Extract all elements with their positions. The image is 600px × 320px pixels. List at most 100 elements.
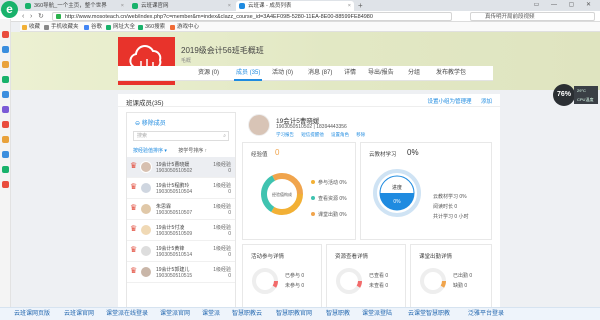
- remove-link[interactable]: 移除: [356, 132, 365, 137]
- bottom-link[interactable]: 智慧职教: [326, 308, 350, 320]
- legend-dot: [311, 196, 315, 200]
- url-text: http://www.mosoteach.cn/web/index.php?c=…: [65, 14, 373, 20]
- tab-teaching-package[interactable]: 发布教学包: [436, 66, 466, 81]
- bottom-link[interactable]: 泛雅平台登录: [468, 308, 504, 320]
- music-icon[interactable]: [2, 166, 9, 173]
- avatar: [140, 203, 152, 215]
- bookmark-item[interactable]: 谷歌: [84, 22, 102, 32]
- crown-icon: ♛: [130, 203, 138, 212]
- shop-icon[interactable]: [2, 136, 9, 143]
- student-name: 朱思霖: [156, 204, 172, 210]
- course-title: 2019级会计56班毛概班: [181, 46, 264, 55]
- app-icon[interactable]: [2, 76, 9, 83]
- sort-by-exp-button[interactable]: 按经验值排序 ▾: [133, 148, 167, 154]
- mail-icon[interactable]: [2, 46, 9, 53]
- close-icon[interactable]: ×: [228, 1, 231, 11]
- bottom-link[interactable]: 云班课官网: [64, 308, 94, 320]
- bookmark-item[interactable]: 收藏: [22, 22, 40, 32]
- bottom-link[interactable]: 智慧职教云: [232, 308, 262, 320]
- speed-gauge: 76%: [553, 84, 575, 106]
- detail-id-phone: 1903050510502 | 18394443356: [276, 124, 347, 130]
- activity-detail-card: 活动参与详情 已参与 0 未参与 0: [242, 244, 322, 311]
- student-score: 0: [228, 231, 231, 237]
- system-monitor-widget[interactable]: 76% 29°C CPU温度: [553, 84, 598, 106]
- student-level: 1级经验: [213, 246, 231, 252]
- bottom-link[interactable]: 云课堂智慧职教: [408, 308, 450, 320]
- add-member-button[interactable]: 添加: [481, 99, 492, 105]
- chat-icon[interactable]: [2, 91, 9, 98]
- search-input[interactable]: 搜索 ⌕: [133, 131, 229, 141]
- stat-line: 已查看 0: [369, 273, 389, 279]
- bottom-link[interactable]: 智慧职教官网: [276, 308, 312, 320]
- note-icon[interactable]: [2, 61, 9, 68]
- student-id: 1903050510502: [156, 168, 193, 174]
- browser-search-input[interactable]: 真传明开局前段视频: [470, 12, 595, 21]
- search-placeholder: 搜索: [137, 133, 148, 139]
- student-name: 19会计5郭建儿: [156, 267, 190, 273]
- browser-tab-members[interactable]: 云班课 - 成员列表 ×: [236, 1, 354, 11]
- list-item[interactable]: ♛ 19会计5黄锋 1903050510514 1级经验 0: [127, 241, 235, 262]
- tab-resources[interactable]: 资源 (0): [198, 66, 219, 81]
- bottom-link[interactable]: 云班课网页版: [14, 308, 50, 320]
- textbook-value: 0%: [407, 148, 419, 157]
- browser-logo-icon[interactable]: e: [1, 1, 18, 18]
- temperature-panel: 29°C CPU温度: [574, 86, 598, 104]
- crown-icon: ♛: [130, 161, 138, 170]
- student-level: 1级经验: [213, 183, 231, 189]
- sort-by-id-button[interactable]: 按学号排序 ↑: [178, 148, 207, 154]
- card-title: 活动参与详情: [251, 254, 285, 260]
- secure-icon: [56, 14, 61, 19]
- bottom-link-bar: 云班课网页版 云班课官网 课堂派在线登录 课堂派官网 课堂派 智慧职教云 智慧职…: [0, 307, 600, 320]
- bookmark-item[interactable]: 网址大全: [106, 22, 135, 32]
- remove-member-button[interactable]: 移除成员: [135, 118, 166, 127]
- game-icon[interactable]: [2, 181, 9, 188]
- bottom-link[interactable]: 课堂派官网: [160, 308, 190, 320]
- weibo-icon[interactable]: [2, 31, 9, 38]
- bookmark-item[interactable]: 游戏中心: [170, 22, 199, 32]
- cloud-icon[interactable]: [2, 151, 9, 158]
- student-level: 1级经验: [213, 267, 231, 273]
- bottom-link[interactable]: 课堂派在线登录: [106, 308, 148, 320]
- star-icon: [22, 24, 27, 30]
- new-tab-button[interactable]: +: [358, 1, 363, 11]
- tab-members[interactable]: 成员 (35): [233, 66, 263, 81]
- back-icon[interactable]: ‹: [22, 12, 24, 21]
- close-icon[interactable]: ×: [121, 1, 124, 11]
- stat-line: 已参与 0: [285, 273, 305, 279]
- tab-groups[interactable]: 分组: [408, 66, 420, 81]
- tab-details[interactable]: 详情: [344, 66, 356, 81]
- cloud-textbook-card: 云教材学习 0% 进度 0% 云教材学习 0% 阅读时长 0 共计学习 0 小时: [360, 142, 492, 240]
- bottom-link[interactable]: 课堂派登陆: [362, 308, 392, 320]
- close-icon[interactable]: ×: [348, 1, 351, 11]
- bookmark-item[interactable]: 手机收藏夹: [44, 22, 79, 32]
- refresh-icon[interactable]: ↻: [38, 12, 44, 21]
- avatar: [140, 245, 152, 257]
- list-item[interactable]: ♛ 朱思霖 1903050510507 1级经验 0: [127, 199, 235, 220]
- student-id: 1903050510507: [156, 210, 193, 216]
- bookmark-item[interactable]: 360搜索: [138, 22, 165, 32]
- list-item[interactable]: ♛ 19会计5程鹏玲 1903050510504 1级经验 0: [127, 178, 235, 199]
- bottom-link[interactable]: 课堂派: [202, 308, 220, 320]
- textbook-card-title: 云教材学习: [369, 152, 397, 158]
- list-item[interactable]: ♛ 19会计5曹晓媛 1903050510502 1级经验 0: [127, 157, 235, 178]
- avatar: [140, 224, 152, 236]
- list-item[interactable]: ♛ 19会计5付凌 1903050510509 1级经验 0: [127, 220, 235, 241]
- browser-tab-mosoteach[interactable]: 云班课官网 ×: [129, 1, 234, 11]
- list-item[interactable]: ♛ 19会计5郭建儿 1903050510515 1级经验 0: [127, 262, 235, 283]
- tab-activities[interactable]: 活动 (0): [272, 66, 293, 81]
- set-group-admin-button[interactable]: 设置小组为管理理: [427, 99, 471, 105]
- browser-tab-360[interactable]: 360导航_一个主页，整个世界 ×: [22, 1, 127, 11]
- sms-remind-link[interactable]: 短信提醒他: [301, 132, 324, 137]
- stat-line: 未查看 0: [369, 283, 389, 289]
- news-icon[interactable]: [2, 121, 9, 128]
- video-icon[interactable]: [2, 106, 9, 113]
- set-role-link[interactable]: 设置角色: [331, 132, 349, 137]
- tab-messages[interactable]: 消息 (87): [308, 66, 332, 81]
- legend-item: 参与活动 0%: [311, 179, 347, 186]
- url-input[interactable]: http://www.mosoteach.cn/web/index.php?c=…: [52, 12, 452, 21]
- tab-export[interactable]: 导出/报告: [368, 66, 394, 81]
- study-report-link[interactable]: 学习报告: [276, 132, 294, 137]
- window-controls[interactable]: ▭ — ▢ ✕: [534, 0, 596, 11]
- card-title: 资源查看详情: [335, 254, 369, 260]
- forward-icon[interactable]: ›: [30, 12, 32, 21]
